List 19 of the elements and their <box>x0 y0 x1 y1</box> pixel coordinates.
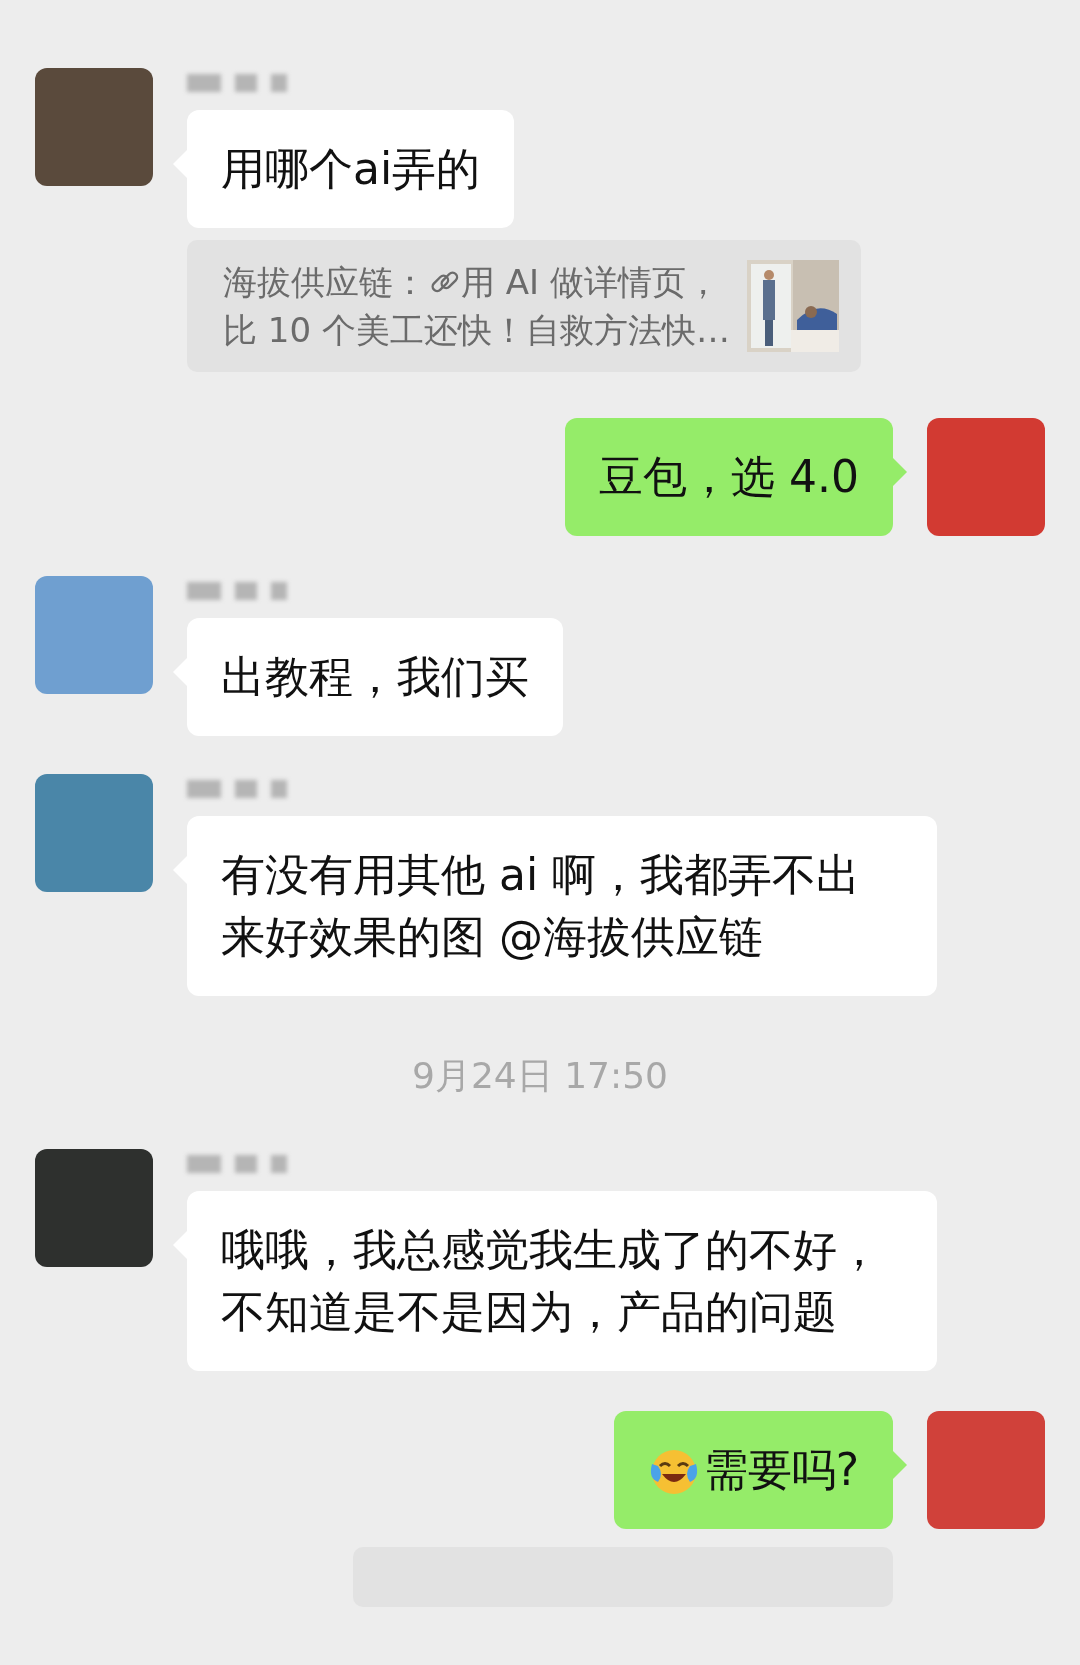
avatar[interactable] <box>35 576 153 694</box>
avatar[interactable] <box>927 1411 1045 1529</box>
avatar[interactable] <box>35 1149 153 1267</box>
avatar[interactable] <box>927 418 1045 536</box>
quote-text: 用 AI 做详情页， <box>461 261 720 304</box>
message-bubble[interactable]: 豆包，选 4.0 <box>565 418 893 536</box>
quote-text: 比 10 个美工还快！自救方法快… <box>223 310 730 350</box>
avatar[interactable] <box>35 774 153 892</box>
bubble-tail <box>893 1451 907 1479</box>
bubble-tail <box>893 458 907 486</box>
avatar[interactable] <box>35 68 153 186</box>
message-bubble[interactable]: 出教程，我们买 <box>187 618 563 736</box>
timestamp: 9月24日 17:50 <box>412 1055 668 1096</box>
quote-sender: 海拔供应链： <box>223 261 427 304</box>
message-bubble[interactable]: 哦哦，我总感觉我生成了的不好，不知道是不是因为，产品的问题 <box>187 1191 937 1371</box>
quoted-message[interactable]: 海拔供应链： 用 AI 做详情页， 比 10 个美工还快！自救方法快… <box>187 240 861 372</box>
message-bubble[interactable]: 需要吗? <box>613 1411 893 1529</box>
message-bubble[interactable]: 用哪个ai弄的 <box>187 110 515 228</box>
message-bubble[interactable]: 有没有用其他 ai 啊，我都弄不出来好效果的图 @海拔供应链 <box>187 816 937 996</box>
